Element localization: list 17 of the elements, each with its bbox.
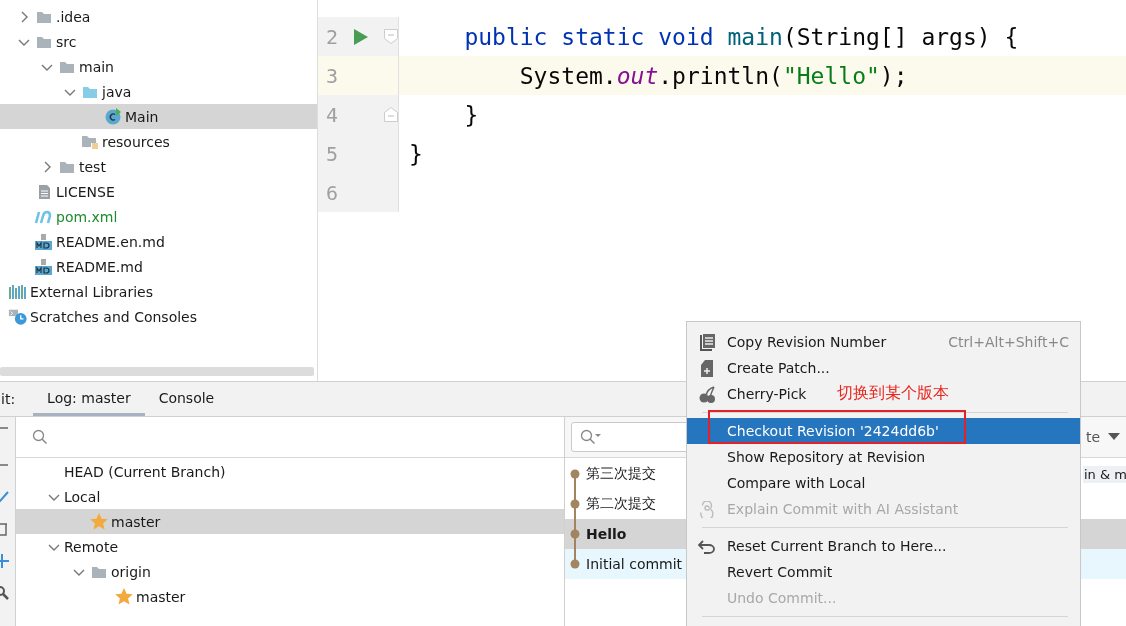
line-number: 4 (325, 102, 340, 127)
code-line: } (463, 101, 479, 128)
commit-message: 第三次提交 (586, 465, 656, 483)
shortcut-label: Ctrl+Alt+Shift+C (948, 334, 1070, 350)
code-line: public static void main(String[] args) { (463, 23, 1019, 50)
line-number: 6 (325, 180, 340, 205)
branch-label: in & m (1083, 466, 1126, 483)
annotation-text: 切换到某个版本 (837, 383, 949, 404)
line-number: 5 (325, 141, 340, 166)
code-line: } (409, 140, 423, 167)
commit-message: 第二次提交 (586, 495, 656, 513)
code-line: System.out.println("Hello"); (518, 62, 908, 89)
panel-label: it: (1, 390, 17, 409)
commit-message: Hello (586, 526, 627, 542)
line-number: 2 (325, 24, 340, 49)
line-number: 3 (325, 63, 340, 88)
commit-message: Initial commit (586, 556, 683, 572)
